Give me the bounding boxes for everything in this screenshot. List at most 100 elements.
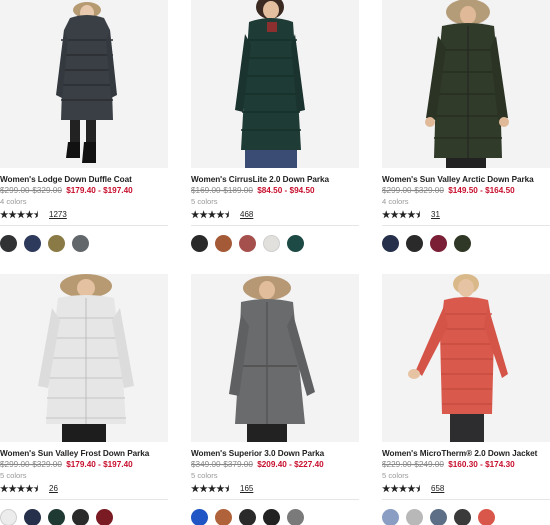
color-swatch[interactable] [382,509,399,525]
rating: 658 [382,482,550,494]
color-swatch[interactable] [72,509,89,525]
color-swatch[interactable] [478,509,495,525]
product-title[interactable]: Women's Lodge Down Duffle Coat [0,175,168,184]
original-price: $229.00-$249.00 [382,460,444,469]
sale-price: $179.40 - $197.40 [66,186,133,195]
product-image[interactable] [382,274,550,442]
product-image[interactable] [0,274,168,442]
colors-count: 5 colors [191,197,218,206]
product-title[interactable]: Women's Sun Valley Arctic Down Parka [382,175,550,184]
product-price: $349.00-$379.00 $209.40 - $227.40 [191,460,359,469]
star-rating-icon [191,209,229,218]
divider [191,225,359,226]
color-swatches [191,509,359,525]
product-title[interactable]: Women's Sun Valley Frost Down Parka [0,449,168,458]
color-swatches [0,235,168,252]
color-swatch[interactable] [430,509,447,525]
product-price: $229.00-$249.00 $160.30 - $174.30 [382,460,550,469]
divider [0,225,168,226]
product-image[interactable] [191,0,359,168]
product-price: $299.00-$329.00 $179.40 - $197.40 [0,186,168,195]
colors-count: 5 colors [382,471,409,480]
divider [191,499,359,500]
product-title[interactable]: Women's CirrusLite 2.0 Down Parka [191,175,359,184]
color-swatches [382,235,550,252]
star-rating-icon [0,483,38,492]
review-count-link[interactable]: 31 [431,210,440,219]
product-image[interactable] [382,0,550,168]
color-swatch[interactable] [0,235,17,252]
original-price: $349.00-$379.00 [191,460,253,469]
color-swatch[interactable] [382,235,399,252]
color-swatch[interactable] [72,235,89,252]
rating: 165 [191,482,359,494]
product-card[interactable]: Women's Lodge Down Duffle Coat $299.00-$… [0,0,168,252]
color-swatch[interactable] [24,509,41,525]
review-count-link[interactable]: 658 [431,484,444,493]
colors-count: 4 colors [382,197,409,206]
star-rating-icon [382,483,420,492]
color-swatch[interactable] [96,509,113,525]
product-price: $169.00-$189.00 $84.50 - $94.50 [191,186,359,195]
product-card[interactable]: Women's MicroTherm® 2.0 Down Jacket $229… [382,274,550,525]
color-swatch[interactable] [239,509,256,525]
divider [382,225,550,226]
product-title[interactable]: Women's MicroTherm® 2.0 Down Jacket [382,449,550,458]
product-price: $299.00-$329.00 $149.50 - $164.50 [382,186,550,195]
star-rating-icon [0,209,38,218]
color-swatch[interactable] [239,235,256,252]
colors-count: 5 colors [191,471,218,480]
color-swatches [0,509,168,525]
product-card[interactable]: Women's CirrusLite 2.0 Down Parka $169.0… [191,0,359,252]
color-swatch[interactable] [215,509,232,525]
color-swatch[interactable] [406,509,423,525]
original-price: $299.00-$329.00 [0,460,62,469]
color-swatch[interactable] [191,509,208,525]
color-swatch[interactable] [263,509,280,525]
sale-price: $209.40 - $227.40 [257,460,324,469]
rating: 468 [191,208,359,220]
color-swatch[interactable] [191,235,208,252]
colors-count: 5 colors [0,471,27,480]
review-count-link[interactable]: 26 [49,484,58,493]
color-swatch[interactable] [287,509,304,525]
divider [382,499,550,500]
color-swatches [382,509,550,525]
product-title[interactable]: Women's Superior 3.0 Down Parka [191,449,359,458]
product-card[interactable]: Women's Superior 3.0 Down Parka $349.00-… [191,274,359,525]
divider [0,499,168,500]
rating: 26 [0,482,168,494]
color-swatch[interactable] [430,235,447,252]
color-swatch[interactable] [454,235,471,252]
color-swatch[interactable] [215,235,232,252]
original-price: $299.00-$329.00 [0,186,62,195]
color-swatch[interactable] [48,235,65,252]
original-price: $299.00-$329.00 [382,186,444,195]
sale-price: $84.50 - $94.50 [257,186,315,195]
product-card[interactable]: Women's Sun Valley Arctic Down Parka $29… [382,0,550,252]
color-swatches [191,235,359,252]
original-price: $169.00-$189.00 [191,186,253,195]
rating: 31 [382,208,550,220]
color-swatch[interactable] [287,235,304,252]
color-swatch[interactable] [48,509,65,525]
product-image[interactable] [191,274,359,442]
review-count-link[interactable]: 165 [240,484,253,493]
star-rating-icon [191,483,229,492]
color-swatch[interactable] [24,235,41,252]
star-rating-icon [382,209,420,218]
colors-count: 4 colors [0,197,27,206]
color-swatch[interactable] [454,509,471,525]
product-card[interactable]: Women's Sun Valley Frost Down Parka $299… [0,274,168,525]
color-swatch[interactable] [406,235,423,252]
color-swatch[interactable] [0,509,17,525]
product-price: $299.00-$329.00 $179.40 - $197.40 [0,460,168,469]
product-image[interactable] [0,0,168,168]
review-count-link[interactable]: 1273 [49,210,67,219]
color-swatch[interactable] [263,235,280,252]
rating: 1273 [0,208,168,220]
sale-price: $149.50 - $164.50 [448,186,515,195]
review-count-link[interactable]: 468 [240,210,253,219]
sale-price: $160.30 - $174.30 [448,460,515,469]
sale-price: $179.40 - $197.40 [66,460,133,469]
